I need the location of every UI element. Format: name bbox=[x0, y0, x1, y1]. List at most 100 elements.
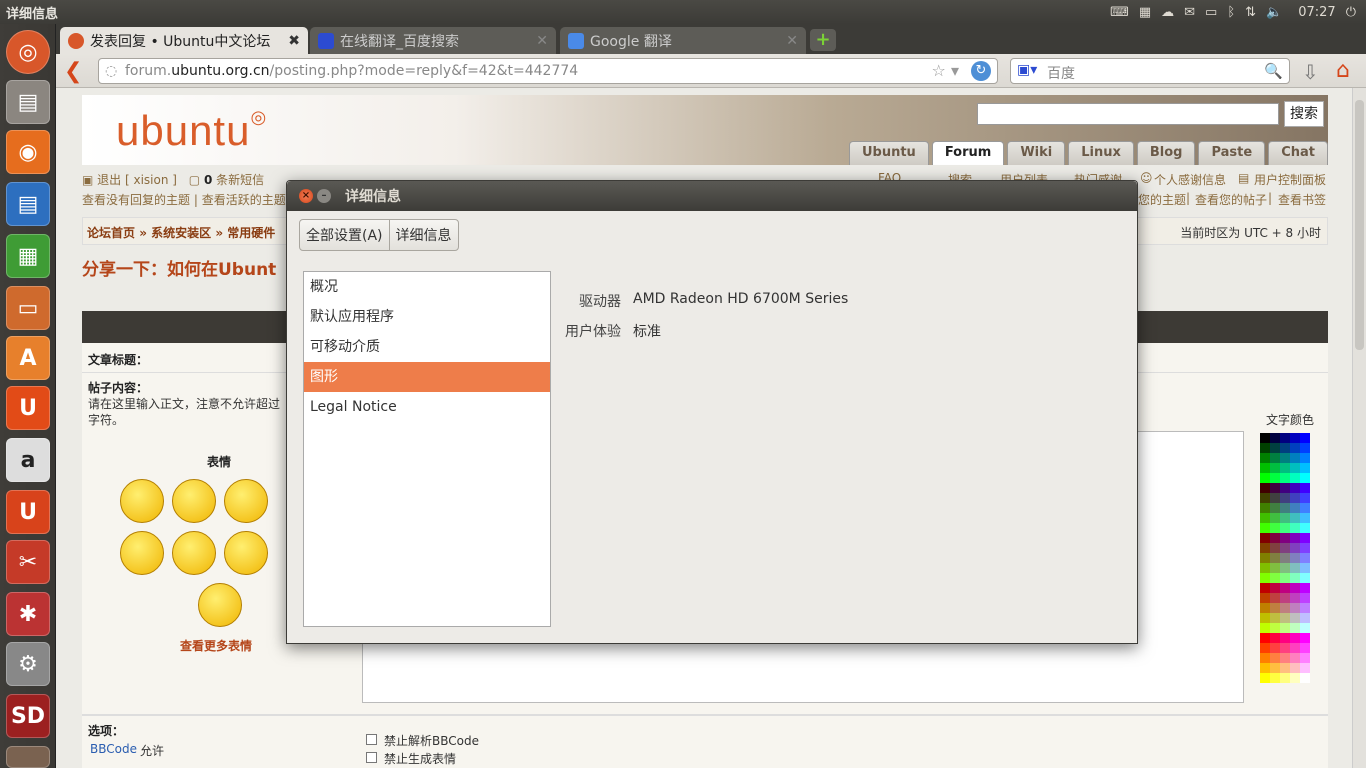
your-posts-link[interactable]: 查看您的帖子 bbox=[1195, 191, 1267, 208]
color-swatch[interactable] bbox=[1300, 623, 1310, 633]
close-tab-icon[interactable]: ✖ bbox=[288, 33, 300, 49]
clock[interactable]: 07:27 bbox=[1298, 5, 1335, 20]
system-settings-icon[interactable]: ⚙ bbox=[6, 642, 50, 686]
color-swatch[interactable] bbox=[1290, 523, 1300, 533]
color-swatch[interactable] bbox=[1300, 433, 1310, 443]
bluetooth-icon[interactable]: ᛒ bbox=[1227, 5, 1235, 20]
color-swatch[interactable] bbox=[1290, 603, 1300, 613]
color-swatch[interactable] bbox=[1270, 653, 1280, 663]
color-swatch[interactable] bbox=[1260, 473, 1270, 483]
software-center-icon[interactable]: A bbox=[6, 336, 50, 380]
color-swatch[interactable] bbox=[1260, 543, 1270, 553]
color-swatch[interactable] bbox=[1300, 493, 1310, 503]
color-swatch[interactable] bbox=[1260, 653, 1270, 663]
reload-icon[interactable]: ↻ bbox=[971, 61, 991, 81]
color-swatch[interactable] bbox=[1280, 563, 1290, 573]
color-swatch[interactable] bbox=[1290, 533, 1300, 543]
sd-card-icon[interactable]: SD bbox=[6, 694, 50, 738]
color-swatch[interactable] bbox=[1280, 463, 1290, 473]
bookmarks-link[interactable]: 查看书签 bbox=[1278, 191, 1326, 208]
calendar-icon[interactable]: ▦ bbox=[1139, 5, 1151, 20]
color-swatch[interactable] bbox=[1270, 593, 1280, 603]
trash-icon[interactable] bbox=[6, 746, 50, 768]
color-swatch[interactable] bbox=[1260, 523, 1270, 533]
color-swatch[interactable] bbox=[1260, 623, 1270, 633]
color-swatch[interactable] bbox=[1290, 573, 1300, 583]
tab-google-translate[interactable]: Google 翻译 ✕ bbox=[560, 27, 806, 54]
firefox-icon[interactable]: ◉ bbox=[6, 130, 50, 174]
color-swatch[interactable] bbox=[1300, 453, 1310, 463]
color-swatch[interactable] bbox=[1280, 573, 1290, 583]
color-swatch[interactable] bbox=[1270, 473, 1280, 483]
section-item-removable-media[interactable]: 可移动介质 bbox=[304, 332, 550, 362]
more-smilies-link[interactable]: 查看更多表情 bbox=[180, 637, 252, 654]
color-swatch[interactable] bbox=[1280, 603, 1290, 613]
color-swatch[interactable] bbox=[1290, 553, 1300, 563]
color-swatch[interactable] bbox=[1280, 433, 1290, 443]
color-swatch[interactable] bbox=[1300, 613, 1310, 623]
color-swatch[interactable] bbox=[1290, 613, 1300, 623]
close-icon[interactable]: × bbox=[299, 189, 313, 203]
page-scrollbar[interactable] bbox=[1352, 88, 1366, 768]
color-swatch[interactable] bbox=[1270, 453, 1280, 463]
breadcrumb-home[interactable]: 论坛首页 bbox=[87, 226, 135, 240]
personal-thanks-link[interactable]: 个人感谢信息 bbox=[1154, 171, 1226, 188]
color-swatch[interactable] bbox=[1260, 503, 1270, 513]
color-swatch[interactable] bbox=[1300, 443, 1310, 453]
color-swatch[interactable] bbox=[1300, 533, 1310, 543]
color-swatch[interactable] bbox=[1280, 503, 1290, 513]
network-icon[interactable]: ⇅ bbox=[1245, 5, 1256, 20]
app-icon[interactable]: ✱ bbox=[6, 592, 50, 636]
color-swatch[interactable] bbox=[1270, 563, 1280, 573]
unanswered-link[interactable]: 查看没有回复的主题 bbox=[82, 193, 190, 207]
files-icon[interactable]: ▤ bbox=[6, 80, 50, 124]
color-swatch[interactable] bbox=[1270, 433, 1280, 443]
color-swatch[interactable] bbox=[1280, 523, 1290, 533]
color-swatch[interactable] bbox=[1280, 453, 1290, 463]
color-swatch[interactable] bbox=[1280, 443, 1290, 453]
color-swatch[interactable] bbox=[1290, 443, 1300, 453]
ucp-link[interactable]: 用户控制面板 bbox=[1254, 171, 1326, 188]
color-swatch[interactable] bbox=[1300, 513, 1310, 523]
keyboard-icon[interactable]: ⌨ bbox=[1110, 5, 1129, 20]
color-swatch[interactable] bbox=[1300, 673, 1310, 683]
nav-tab-chat[interactable]: Chat bbox=[1268, 141, 1328, 165]
color-swatch[interactable] bbox=[1290, 543, 1300, 553]
logout-link[interactable]: 退出 [ xision ] bbox=[97, 173, 177, 187]
battery-icon[interactable]: ▭ bbox=[1205, 5, 1217, 20]
dialog-titlebar[interactable]: × – 详细信息 bbox=[287, 181, 1137, 211]
color-swatch[interactable] bbox=[1260, 453, 1270, 463]
calc-icon[interactable]: ▦ bbox=[6, 234, 50, 278]
color-swatch[interactable] bbox=[1270, 553, 1280, 563]
cloud-icon[interactable]: ☁ bbox=[1161, 5, 1174, 20]
volume-icon[interactable]: 🔈 bbox=[1266, 5, 1282, 20]
color-swatch[interactable] bbox=[1270, 603, 1280, 613]
home-icon[interactable]: ⌂ bbox=[1336, 58, 1350, 83]
section-item-default-apps[interactable]: 默认应用程序 bbox=[304, 302, 550, 332]
your-topics-link[interactable]: 您的主题 bbox=[1138, 191, 1186, 208]
color-swatch[interactable] bbox=[1280, 553, 1290, 563]
amazon-icon[interactable]: a bbox=[6, 438, 50, 482]
minimize-icon[interactable]: – bbox=[317, 189, 331, 203]
color-swatch[interactable] bbox=[1280, 533, 1290, 543]
color-swatch[interactable] bbox=[1280, 613, 1290, 623]
color-swatch[interactable] bbox=[1300, 553, 1310, 563]
tab-forum[interactable]: 发表回复 • Ubuntu中文论坛 ✖ bbox=[60, 27, 308, 54]
color-swatch[interactable] bbox=[1290, 433, 1300, 443]
all-settings-button[interactable]: 全部设置(A) bbox=[300, 220, 389, 250]
close-tab-icon[interactable]: ✕ bbox=[536, 33, 548, 49]
nav-tab-paste[interactable]: Paste bbox=[1198, 141, 1266, 165]
color-swatch[interactable] bbox=[1260, 673, 1270, 683]
nav-tab-blog[interactable]: Blog bbox=[1136, 141, 1196, 165]
color-swatch[interactable] bbox=[1260, 513, 1270, 523]
color-swatch[interactable] bbox=[1260, 663, 1270, 673]
color-swatch[interactable] bbox=[1290, 473, 1300, 483]
color-swatch[interactable] bbox=[1270, 533, 1280, 543]
color-swatch[interactable] bbox=[1290, 483, 1300, 493]
color-palette[interactable] bbox=[1260, 433, 1320, 705]
color-swatch[interactable] bbox=[1260, 573, 1270, 583]
color-swatch[interactable] bbox=[1300, 593, 1310, 603]
baidu-engine-icon[interactable]: ▣▾ bbox=[1017, 62, 1037, 78]
writer-icon[interactable]: ▤ bbox=[6, 182, 50, 226]
color-swatch[interactable] bbox=[1260, 493, 1270, 503]
